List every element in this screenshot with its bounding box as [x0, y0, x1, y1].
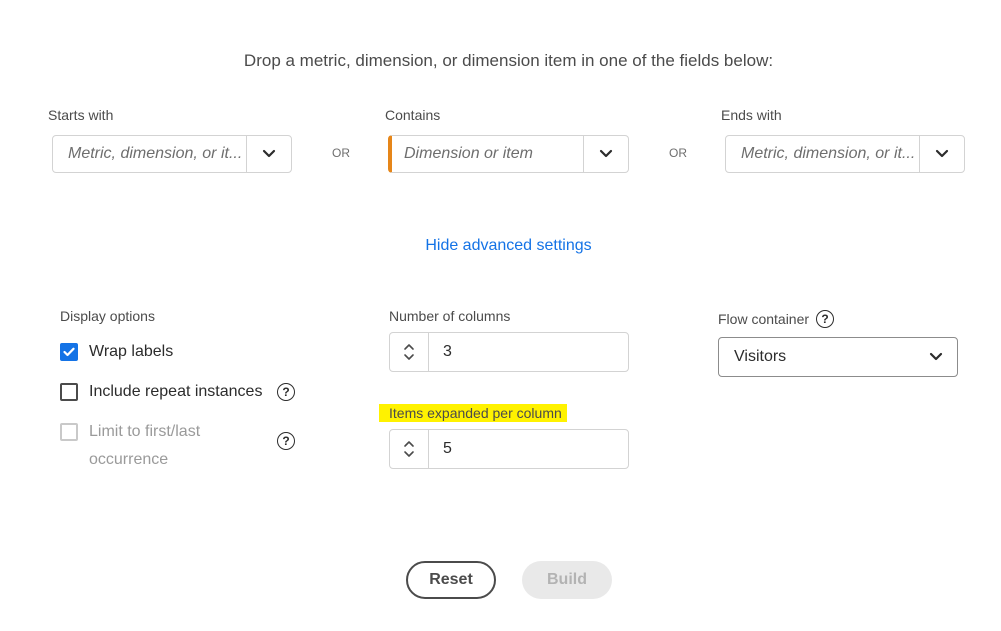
- or-label: OR: [669, 146, 687, 160]
- ends-with-label: Ends with: [721, 107, 782, 123]
- stepper-arrows[interactable]: [390, 430, 429, 468]
- display-options-title: Display options: [60, 308, 155, 324]
- contains-dropzone[interactable]: Dimension or item: [388, 135, 629, 173]
- wrap-labels-checkbox[interactable]: [60, 343, 78, 361]
- ends-with-placeholder: Metric, dimension, or it...: [741, 145, 916, 162]
- chevron-down-icon[interactable]: [403, 353, 415, 361]
- hide-advanced-settings-link[interactable]: Hide advanced settings: [0, 237, 1001, 255]
- chevron-up-icon[interactable]: [403, 343, 415, 351]
- limit-first-last-row: Limit to first/last: [60, 423, 200, 441]
- include-repeat-checkbox[interactable]: [60, 383, 78, 401]
- reset-button[interactable]: Reset: [406, 561, 496, 599]
- help-icon[interactable]: ?: [816, 310, 834, 328]
- starts-with-placeholder: Metric, dimension, or it...: [68, 145, 243, 162]
- number-of-columns-stepper[interactable]: 3: [389, 332, 629, 372]
- chevron-down-icon: [929, 352, 943, 361]
- number-of-columns-value[interactable]: 3: [429, 333, 628, 371]
- wrap-labels-label: Wrap labels: [89, 343, 174, 360]
- wrap-labels-row[interactable]: Wrap labels: [60, 343, 173, 361]
- flow-container-value: Visitors: [734, 348, 787, 365]
- chevron-down-icon: [262, 149, 276, 158]
- limit-first-last-label: Limit to first/last: [89, 423, 201, 440]
- starts-with-dropdown-button[interactable]: [246, 136, 291, 172]
- starts-with-dropzone[interactable]: Metric, dimension, or it...: [52, 135, 292, 173]
- or-label: OR: [332, 146, 350, 160]
- flow-container-label: Flow container: [718, 311, 810, 327]
- chevron-down-icon: [935, 149, 949, 158]
- checkmark-icon: [63, 347, 75, 357]
- build-button[interactable]: Build: [522, 561, 612, 599]
- items-expanded-value[interactable]: 5: [429, 430, 628, 468]
- flow-container-select[interactable]: Visitors: [718, 337, 958, 377]
- chevron-down-icon[interactable]: [403, 450, 415, 458]
- limit-first-last-label-line2: occurrence: [89, 451, 169, 468]
- instruction-text: Drop a metric, dimension, or dimension i…: [243, 51, 774, 70]
- help-icon[interactable]: ?: [277, 432, 295, 450]
- chevron-down-icon: [599, 149, 613, 158]
- contains-placeholder: Dimension or item: [404, 145, 533, 162]
- stepper-arrows[interactable]: [390, 333, 429, 371]
- ends-with-dropzone[interactable]: Metric, dimension, or it...: [725, 135, 965, 173]
- include-repeat-label: Include repeat instances: [89, 383, 263, 400]
- limit-first-last-checkbox: [60, 423, 78, 441]
- number-of-columns-label: Number of columns: [389, 308, 511, 324]
- chevron-up-icon[interactable]: [403, 440, 415, 448]
- items-expanded-label-text: Items expanded per column: [379, 404, 567, 422]
- contains-dropdown-button[interactable]: [583, 136, 628, 172]
- help-icon[interactable]: ?: [277, 383, 295, 401]
- ends-with-dropdown-button[interactable]: [919, 136, 964, 172]
- items-expanded-label: Items expanded per column: [379, 404, 567, 422]
- starts-with-label: Starts with: [48, 107, 114, 123]
- items-expanded-stepper[interactable]: 5: [389, 429, 629, 469]
- include-repeat-row[interactable]: Include repeat instances: [60, 383, 262, 401]
- contains-label: Contains: [385, 107, 441, 123]
